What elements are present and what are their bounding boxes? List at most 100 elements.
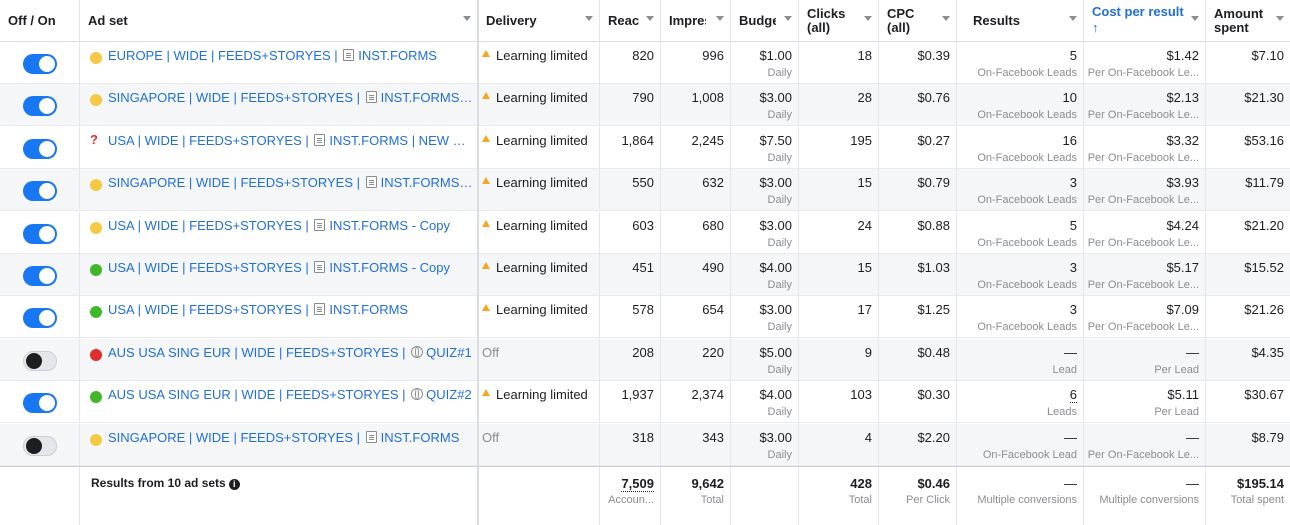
cell-budget: $3.00 Daily <box>731 296 799 339</box>
table-row[interactable]: SINGAPORE | WIDE | FEEDS+STORYES | INST.… <box>0 423 1290 466</box>
table-row[interactable]: USA | WIDE | FEEDS+STORYES | INST.FORMS … <box>0 211 1290 254</box>
toggle-knob <box>39 225 55 242</box>
adset-name-link[interactable]: SINGAPORE | WIDE | FEEDS+STORYES | INST.… <box>108 90 473 105</box>
results-type: On-Facebook Leads <box>977 67 1077 79</box>
budget-type: Daily <box>767 448 792 461</box>
cell-delivery: Learning limited <box>478 211 600 254</box>
footer-cell-budget <box>731 467 799 525</box>
budget-value[interactable]: $5.00 <box>759 345 792 360</box>
col-header-cost-per-result[interactable]: Cost per result ↑ <box>1084 0 1206 42</box>
adset-toggle[interactable] <box>23 96 57 117</box>
adset-name-link[interactable]: AUS USA SING EUR | WIDE | FEEDS+STORYES … <box>108 387 473 402</box>
adset-toggle[interactable] <box>23 308 57 329</box>
table-row[interactable]: AUS USA SING EUR | WIDE | FEEDS+STORYES … <box>0 338 1290 381</box>
table-row[interactable]: SINGAPORE | WIDE | FEEDS+STORYES | INST.… <box>0 169 1290 212</box>
instant-form-icon <box>365 430 377 443</box>
cell-cpr: $3.32 Per On-Facebook Le... <box>1084 126 1206 169</box>
col-header-budget[interactable]: Budget <box>731 0 799 42</box>
cell-clicks: 103 <box>799 381 879 424</box>
adset-name-link[interactable]: USA | WIDE | FEEDS+STORYES | INST.FORMS <box>108 302 473 317</box>
budget-value[interactable]: $7.50 <box>759 133 792 148</box>
col-header-reach[interactable]: Reach <box>600 0 661 42</box>
clicks-value: 18 <box>857 48 872 63</box>
question-icon: ? <box>90 131 98 147</box>
col-header-delivery[interactable]: Delivery <box>478 0 600 42</box>
adset-name-link[interactable]: USA | WIDE | FEEDS+STORYES | INST.FORMS … <box>108 218 473 233</box>
cell-cpc: $0.48 <box>879 338 957 381</box>
status-dot-icon <box>90 221 102 234</box>
cell-adset: AUS USA SING EUR | WIDE | FEEDS+STORYES … <box>80 338 478 381</box>
adset-name-link[interactable]: USA | WIDE | FEEDS+STORYES | INST.FORMS … <box>108 260 473 275</box>
chevron-down-icon[interactable] <box>1069 16 1077 21</box>
cell-impressions: 490 <box>661 254 731 296</box>
chevron-down-icon[interactable] <box>864 16 872 21</box>
results-type: On-Facebook Leads <box>977 279 1077 291</box>
col-header-clicks[interactable]: Clicks (all) <box>799 0 879 42</box>
budget-value[interactable]: $4.00 <box>759 260 792 275</box>
cell-delivery: Learning limited <box>478 126 600 169</box>
adset-name-link[interactable]: AUS USA SING EUR | WIDE | FEEDS+STORYES … <box>108 345 473 360</box>
budget-value[interactable]: $3.00 <box>759 430 792 445</box>
globe-icon <box>411 388 424 401</box>
adset-name-link[interactable]: SINGAPORE | WIDE | FEEDS+STORYES | INST.… <box>108 175 473 190</box>
col-header-adset[interactable]: Ad set <box>80 0 478 42</box>
cell-cpc: $0.79 <box>879 169 957 212</box>
warning-icon <box>482 177 490 185</box>
budget-value[interactable]: $3.00 <box>759 175 792 190</box>
cost-per-result-type: Per Lead <box>1154 363 1199 376</box>
adset-toggle[interactable] <box>23 435 57 456</box>
chevron-down-icon[interactable] <box>585 16 593 21</box>
toggle-knob <box>39 183 55 200</box>
col-header-results[interactable]: Results <box>957 0 1084 42</box>
info-icon[interactable]: i <box>228 479 240 490</box>
table-row[interactable]: SINGAPORE | WIDE | FEEDS+STORYES | INST.… <box>0 84 1290 127</box>
cpc-value: $0.88 <box>917 217 950 233</box>
table-row[interactable]: USA | WIDE | FEEDS+STORYES | INST.FORMS L… <box>0 296 1290 339</box>
cell-budget: $4.00 Daily <box>731 381 799 424</box>
cell-toggle <box>0 211 80 254</box>
status-dot-icon <box>90 306 102 319</box>
col-header-amount-spent[interactable]: Amount spent <box>1206 0 1290 42</box>
budget-value[interactable]: $3.00 <box>759 302 792 317</box>
cell-impressions: 654 <box>661 296 731 339</box>
budget-value[interactable]: $3.00 <box>759 218 792 233</box>
budget-value[interactable]: $4.00 <box>759 387 792 402</box>
adset-name-link[interactable]: SINGAPORE | WIDE | FEEDS+STORYES | INST.… <box>108 430 473 445</box>
sort-ascending-icon[interactable]: ↑ <box>1092 20 1099 35</box>
cell-results: 3 On-Facebook Leads <box>957 296 1084 339</box>
adset-name-link[interactable]: EUROPE | WIDE | FEEDS+STORYES | INST.FOR… <box>108 48 473 63</box>
cell-adset: USA | WIDE | FEEDS+STORYES | INST.FORMS <box>80 296 478 339</box>
results-type: On-Facebook Leads <box>977 321 1077 334</box>
col-header-cpc[interactable]: CPC (all) <box>879 0 957 42</box>
adset-toggle[interactable] <box>23 138 57 159</box>
cell-budget: $3.00 Daily <box>731 169 799 212</box>
chevron-down-icon[interactable] <box>1276 16 1284 21</box>
chevron-down-icon[interactable] <box>463 16 471 21</box>
adset-toggle[interactable] <box>23 54 57 74</box>
chevron-down-icon[interactable] <box>942 16 950 21</box>
budget-value[interactable]: $1.00 <box>759 48 792 63</box>
chevron-down-icon[interactable] <box>646 16 654 21</box>
chevron-down-icon[interactable] <box>784 16 792 21</box>
reach-value: 451 <box>632 260 654 275</box>
table-row[interactable]: EUROPE | WIDE | FEEDS+STORYES | INST.FOR… <box>0 42 1290 84</box>
adset-name-prefix: USA | WIDE | FEEDS+STORYES | <box>108 132 309 148</box>
chevron-down-icon[interactable] <box>716 16 724 21</box>
table-row[interactable]: USA | WIDE | FEEDS+STORYES | INST.FORMS … <box>0 254 1290 296</box>
table-row[interactable]: ? USA | WIDE | FEEDS+STORYES | INST.FORMS… <box>0 126 1290 169</box>
adset-toggle[interactable] <box>23 393 57 414</box>
instant-form-icon <box>314 218 326 231</box>
budget-value[interactable]: $3.00 <box>759 90 792 105</box>
adset-toggle[interactable] <box>23 266 57 286</box>
col-header-impressions[interactable]: Impressions <box>661 0 731 42</box>
cpc-value: $0.79 <box>917 175 950 191</box>
adset-toggle[interactable] <box>23 223 57 244</box>
chevron-down-icon[interactable] <box>1191 16 1199 21</box>
table-row[interactable]: AUS USA SING EUR | WIDE | FEEDS+STORYES … <box>0 381 1290 424</box>
results-value: 16 <box>1062 132 1077 148</box>
adset-toggle[interactable] <box>23 181 57 202</box>
adset-name-link[interactable]: USA | WIDE | FEEDS+STORYES | INST.FORMS … <box>108 133 473 148</box>
toggle-knob <box>26 437 42 454</box>
cost-per-result-value: — <box>1186 429 1199 445</box>
adset-toggle[interactable] <box>23 350 57 371</box>
